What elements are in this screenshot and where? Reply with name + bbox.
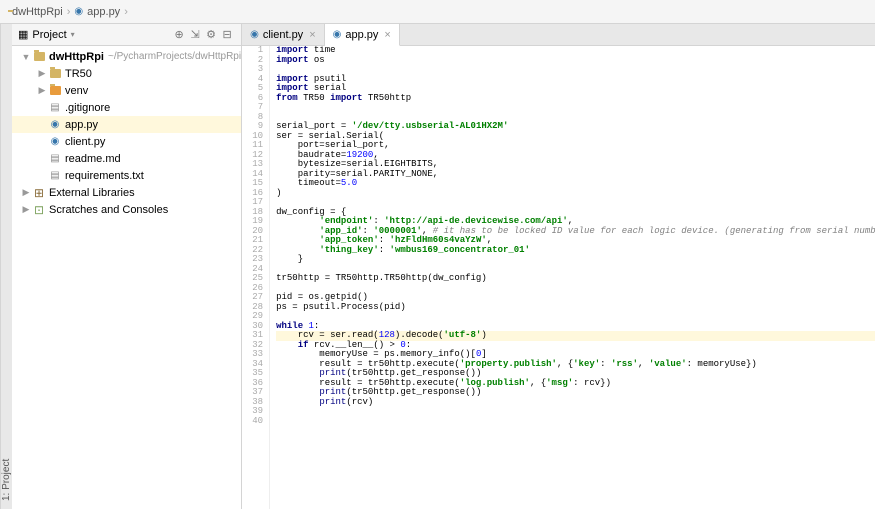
tree-item-label: Scratches and Consoles <box>49 204 168 216</box>
project-tool-tab[interactable]: 1: Project <box>0 24 12 509</box>
tree-item[interactable]: ▤requirements.txt <box>12 167 241 184</box>
folder-icon <box>32 52 46 61</box>
library-icon: ⊞ <box>32 186 46 200</box>
tree-item[interactable]: ▶⊞External Libraries <box>12 184 241 201</box>
tree-item-label: dwHttpRpi <box>49 51 104 63</box>
tree-arrow-icon[interactable]: ▶ <box>20 204 32 215</box>
hide-icon[interactable]: ⊟ <box>219 27 235 43</box>
editor-tabs: ◉client.py×◉app.py× <box>242 24 875 46</box>
folder-excluded-icon <box>48 86 62 95</box>
tree-item-label: client.py <box>65 136 105 148</box>
tree-arrow-icon[interactable]: ▶ <box>20 187 32 198</box>
tree-item[interactable]: ▤readme.md <box>12 150 241 167</box>
code-line[interactable] <box>276 417 875 427</box>
tree-item-label: readme.md <box>65 153 121 165</box>
breadcrumb-root[interactable]: dwHttpRpi <box>12 6 63 18</box>
close-icon[interactable]: × <box>384 29 390 41</box>
tree-item[interactable]: ▶ TR50 <box>12 65 241 82</box>
tree-item-label: .gitignore <box>65 102 110 114</box>
code-line[interactable]: 'thing_key': 'wmbus169_concentrator_01' <box>276 246 875 256</box>
chevron-right-icon: › <box>124 6 128 18</box>
python-icon: ◉ <box>250 29 259 40</box>
close-icon[interactable]: × <box>309 29 315 41</box>
file-icon: ▤ <box>48 170 62 181</box>
code-line[interactable]: from TR50 import TR50http <box>276 94 875 104</box>
project-tree: ▼ dwHttpRpi ~/PycharmProjects/dwHttpRpi ▶ TR… <box>12 46 241 509</box>
code-line[interactable] <box>276 103 875 113</box>
python-icon: ◉ <box>333 29 342 40</box>
locate-icon[interactable]: ⊕ <box>171 27 187 43</box>
code-line[interactable]: print(rcv) <box>276 398 875 408</box>
gear-icon[interactable]: ⚙ <box>203 27 219 43</box>
editor-tab[interactable]: ◉app.py × <box>325 24 400 46</box>
tree-item[interactable]: ◉app.py <box>12 116 241 133</box>
tree-arrow-icon[interactable]: ▶ <box>36 85 48 96</box>
tree-item[interactable]: ▶⊡Scratches and Consoles <box>12 201 241 218</box>
chevron-right-icon: › <box>67 6 71 18</box>
code-area[interactable]: 1234567891011121314151617181920212223242… <box>242 46 875 509</box>
code-line[interactable]: ) <box>276 189 875 199</box>
tree-arrow-icon[interactable]: ▶ <box>36 68 48 79</box>
code-line[interactable]: import os <box>276 56 875 66</box>
tab-label: client.py <box>263 29 303 41</box>
python-icon: ◉ <box>48 119 62 130</box>
code-line[interactable] <box>276 65 875 75</box>
code-content[interactable]: import timeimport osimport psutilimport … <box>270 46 875 509</box>
tree-item[interactable]: ▤.gitignore <box>12 99 241 116</box>
tree-item-label: External Libraries <box>49 187 135 199</box>
file-icon: ▤ <box>48 153 62 164</box>
project-icon: ▦ <box>18 28 28 41</box>
code-line[interactable]: import psutil <box>276 75 875 85</box>
code-line[interactable] <box>276 312 875 322</box>
tree-item-path: ~/PycharmProjects/dwHttpRpi <box>108 51 241 62</box>
code-line[interactable] <box>276 198 875 208</box>
tree-item[interactable]: ▼ dwHttpRpi ~/PycharmProjects/dwHttpRpi <box>12 48 241 65</box>
code-line[interactable]: tr50http = TR50http.TR50http(dw_config) <box>276 274 875 284</box>
tree-item-label: venv <box>65 85 88 97</box>
expand-all-icon[interactable]: ⇲ <box>187 27 203 43</box>
chevron-down-icon[interactable]: ▾ <box>71 30 75 39</box>
project-panel: ▦ Project ▾ ⊕ ⇲ ⚙ ⊟ ▼ dwHttpRpi ~/PycharmP… <box>12 24 242 509</box>
folder-icon <box>48 69 62 78</box>
breadcrumb: dwHttpRpi › ◉ app.py › <box>0 0 875 24</box>
breadcrumb-file[interactable]: app.py <box>87 6 120 18</box>
tree-item-label: app.py <box>65 119 98 131</box>
code-line[interactable]: } <box>276 255 875 265</box>
scratch-icon: ⊡ <box>32 203 46 217</box>
editor-tab[interactable]: ◉ client.py × <box>242 24 325 45</box>
tree-item[interactable]: ◉client.py <box>12 133 241 150</box>
tree-item-label: TR50 <box>65 68 92 80</box>
project-panel-title[interactable]: Project <box>32 29 66 41</box>
editor-pane: ◉client.py×◉app.py× 12345678910111213141… <box>242 24 875 509</box>
code-line[interactable]: parity=serial.PARITY_NONE, <box>276 170 875 180</box>
tree-item-label: requirements.txt <box>65 170 144 182</box>
code-line[interactable]: import time <box>276 46 875 56</box>
tree-item[interactable]: ▶ venv <box>12 82 241 99</box>
code-line[interactable]: ps = psutil.Process(pid) <box>276 303 875 313</box>
code-line[interactable] <box>276 407 875 417</box>
tree-arrow-icon[interactable]: ▼ <box>20 52 32 62</box>
file-icon: ▤ <box>48 102 62 113</box>
tab-label: app.py <box>345 29 378 41</box>
project-panel-header: ▦ Project ▾ ⊕ ⇲ ⚙ ⊟ <box>12 24 241 46</box>
python-icon: ◉ <box>74 6 83 17</box>
python-icon: ◉ <box>48 136 62 147</box>
code-line[interactable]: timeout=5.0 <box>276 179 875 189</box>
line-gutter: 1234567891011121314151617181920212223242… <box>242 46 270 509</box>
